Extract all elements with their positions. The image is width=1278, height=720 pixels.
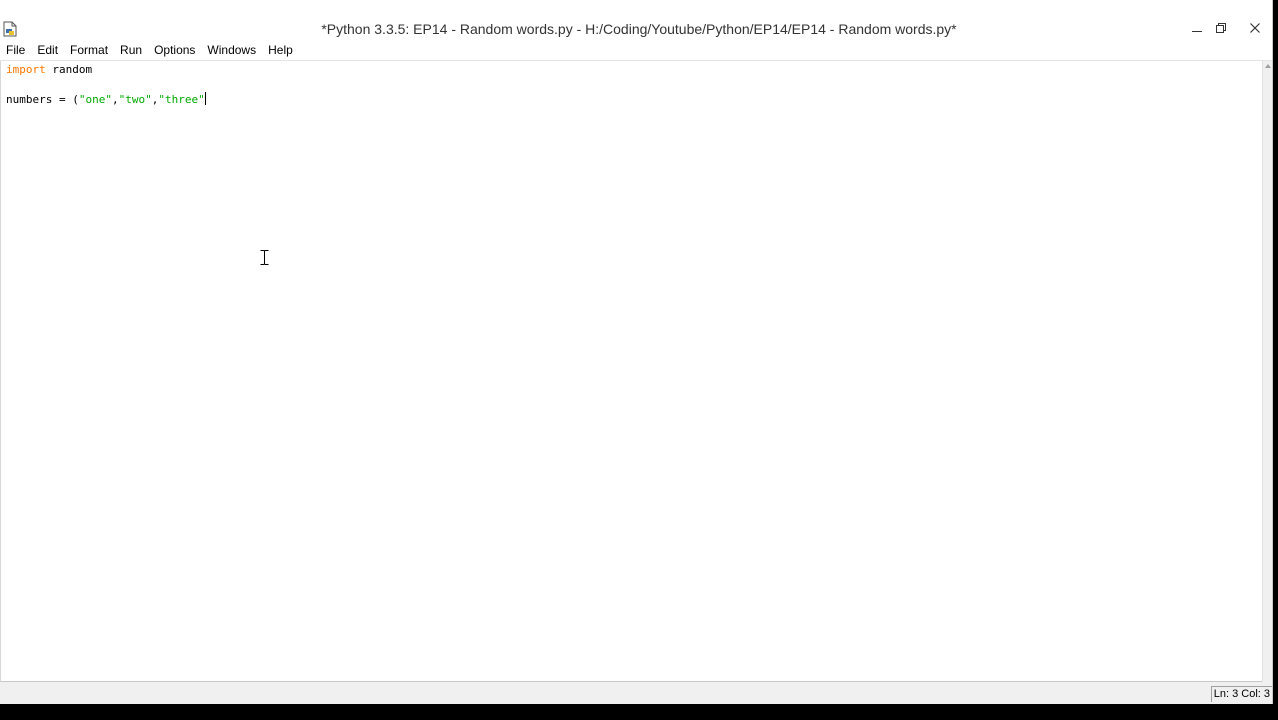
title-bar[interactable]: *Python 3.3.5: EP14 - Random words.py - … <box>0 0 1272 40</box>
code-editor[interactable]: import random numbers = ("one","two","th… <box>0 61 1263 682</box>
window-title: *Python 3.3.5: EP14 - Random words.py - … <box>321 21 957 37</box>
string-token: "three" <box>158 93 205 106</box>
menu-options[interactable]: Options <box>148 40 201 60</box>
text-caret <box>204 92 206 105</box>
menu-run[interactable]: Run <box>114 40 148 60</box>
restore-icon <box>1216 20 1226 38</box>
menu-file[interactable]: File <box>0 40 31 60</box>
ibeam-cursor-icon <box>259 249 270 266</box>
restore-button[interactable] <box>1209 19 1233 39</box>
close-button[interactable] <box>1243 19 1267 39</box>
menu-edit[interactable]: Edit <box>31 40 64 60</box>
minimize-icon <box>1192 20 1202 38</box>
string-token: "one" <box>78 93 112 106</box>
cursor-position-status: Ln: 3 Col: 3 <box>1210 686 1272 702</box>
scroll-up-arrow-icon[interactable] <box>1265 64 1271 68</box>
code-line: numbers = ("one","two","three" <box>6 92 206 107</box>
code-line: import random <box>6 62 92 77</box>
close-icon <box>1250 20 1260 38</box>
code-token: random <box>45 63 93 76</box>
idle-editor-window: *Python 3.3.5: EP14 - Random words.py - … <box>0 0 1273 704</box>
string-token: "two" <box>118 93 152 106</box>
menu-format[interactable]: Format <box>64 40 114 60</box>
code-token: , <box>111 93 119 106</box>
menu-help[interactable]: Help <box>262 40 299 60</box>
minimize-button[interactable] <box>1185 19 1209 39</box>
status-bar: Ln: 3 Col: 3 <box>0 682 1272 704</box>
keyword-token: import <box>6 63 46 76</box>
menu-windows[interactable]: Windows <box>201 40 262 60</box>
code-token: numbers = ( <box>6 93 79 106</box>
vertical-scrollbar[interactable] <box>1262 61 1272 682</box>
menu-bar: File Edit Format Run Options Windows Hel… <box>0 40 1272 61</box>
